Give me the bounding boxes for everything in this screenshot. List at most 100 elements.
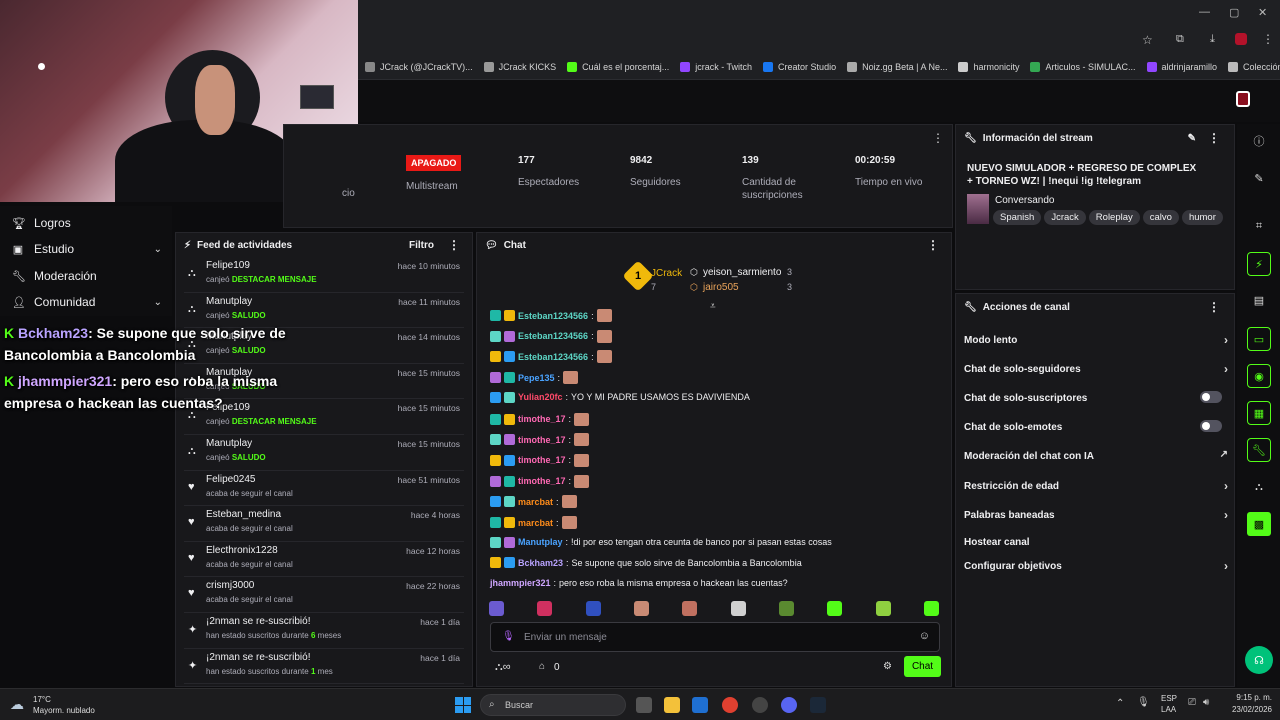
- clock-time[interactable]: 9:15 p. m.: [1228, 693, 1272, 702]
- game-icon[interactable]: ▩: [1247, 512, 1271, 536]
- points-icon[interactable]: ⛬∞: [495, 661, 511, 674]
- nav-moderacion[interactable]: 🔧︎ Moderación: [12, 269, 162, 283]
- lang-label[interactable]: ESP: [1161, 694, 1177, 703]
- emote-icon[interactable]: [682, 601, 698, 616]
- bookmark-item[interactable]: aldrinjaramillo: [1146, 61, 1217, 72]
- channel-action-item[interactable]: Palabras baneadas ›: [964, 508, 1228, 522]
- chrome-icon[interactable]: [722, 697, 738, 713]
- chat-username[interactable]: timothe_17: [518, 414, 566, 424]
- chat-username[interactable]: Manutplay: [518, 537, 563, 547]
- bookmark-item[interactable]: Cuál es el porcentaj...: [567, 61, 669, 72]
- channel-action-item[interactable]: Chat de solo-emotes: [964, 420, 1228, 433]
- feed-item[interactable]: ♥ Felipe0245 acaba de seguir el canal hace…: [184, 471, 464, 507]
- weather-desc[interactable]: Mayorm. nublado: [33, 706, 95, 715]
- maximize-icon[interactable]: ▢: [1229, 6, 1239, 19]
- toggle-switch[interactable]: [1200, 420, 1222, 432]
- emote-icon[interactable]: [633, 601, 649, 616]
- microphone-icon[interactable]: 🎙︎: [502, 631, 515, 642]
- chat-username[interactable]: Pepe135: [518, 373, 555, 383]
- stats-menu-icon[interactable]: ⋮: [932, 131, 944, 145]
- chat-message[interactable]: Pepe135:: [490, 371, 579, 385]
- leader-first-name[interactable]: JCrack: [651, 268, 682, 279]
- clipboard-icon[interactable]: ▤: [1247, 288, 1271, 312]
- feed-item-name[interactable]: Electhronix1228: [206, 545, 278, 556]
- weather-temp[interactable]: 17°C: [33, 695, 51, 704]
- filter-button[interactable]: Filtro: [409, 240, 434, 251]
- feed-item-name[interactable]: Manutplay: [206, 296, 252, 307]
- extensions-icon[interactable]: ⧉: [1176, 33, 1184, 46]
- chat-username[interactable]: timothe_17: [518, 455, 566, 465]
- feed-item-name[interactable]: crismj3000: [206, 580, 254, 591]
- stream-tag[interactable]: Roleplay: [1088, 210, 1140, 225]
- points-icon[interactable]: ⛬: [1247, 475, 1271, 499]
- stream-tag[interactable]: Jcrack: [1044, 210, 1086, 225]
- feed-item[interactable]: ♥ Esteban_medina acaba de seguir el canal …: [184, 506, 464, 542]
- chat-message[interactable]: timothe_17:: [490, 453, 590, 467]
- bookmark-item[interactable]: JCrack (@JCrackTV)...: [365, 61, 473, 72]
- chat-message[interactable]: timothe_17:: [490, 433, 590, 447]
- taskbar-search[interactable]: ⌕ Buscar: [480, 694, 626, 716]
- lang-label-2[interactable]: LAA: [1161, 705, 1176, 714]
- chat-bubble-icon[interactable]: ▭: [1247, 327, 1271, 351]
- menu-icon[interactable]: ⋮: [1262, 32, 1274, 46]
- chat-message[interactable]: jhammpier321: pero eso roba la misma empr…: [490, 578, 788, 588]
- discord-icon[interactable]: [781, 697, 797, 713]
- edit-icon[interactable]: ✎: [1247, 166, 1271, 190]
- emote-icon[interactable]: [730, 601, 746, 616]
- chat-username[interactable]: Yulian20fc: [518, 392, 563, 402]
- feed-item[interactable]: ✦ ¡2nman se re-suscribió! han estado suscr…: [184, 649, 464, 685]
- file-explorer-icon[interactable]: [664, 697, 680, 713]
- download-icon[interactable]: ⤓: [1210, 33, 1215, 46]
- channel-action-item[interactable]: Hostear canal: [964, 537, 1228, 548]
- tray-chevron-icon[interactable]: ⌃: [1116, 698, 1124, 709]
- nav-logros[interactable]: 🏆︎ Logros: [12, 216, 162, 230]
- chat-message[interactable]: Esteban1234566:: [490, 309, 612, 322]
- bookmark-item[interactable]: Colección de M_blei...: [1228, 61, 1280, 72]
- network-icon[interactable]: ⎚: [1188, 697, 1196, 708]
- feed-item-name[interactable]: Manutplay: [206, 438, 252, 449]
- edit-pencil-icon[interactable]: ✎: [1188, 133, 1196, 144]
- category-name[interactable]: Conversando: [995, 195, 1054, 206]
- close-icon[interactable]: ✕: [1258, 6, 1267, 19]
- feed-item-name[interactable]: Felipe0245: [206, 474, 255, 485]
- app-icon[interactable]: [752, 697, 768, 713]
- task-view-icon[interactable]: [636, 697, 652, 713]
- chat-input[interactable]: 🎙︎ Enviar un mensaje ☺: [490, 622, 940, 652]
- emote-icon[interactable]: [585, 601, 601, 616]
- emote-icon[interactable]: [827, 601, 843, 616]
- layout-icon[interactable]: ▦: [1247, 401, 1271, 425]
- lightning-icon[interactable]: ⚡︎: [1247, 252, 1271, 276]
- chat-message[interactable]: timothe_17:: [490, 412, 590, 426]
- support-headset-icon[interactable]: ☊: [1245, 646, 1273, 674]
- channel-action-item[interactable]: Configurar objetivos ›: [964, 559, 1228, 573]
- emote-icon[interactable]: [923, 601, 939, 616]
- emoji-icon[interactable]: ☺: [919, 630, 930, 642]
- nav-estudio[interactable]: ▣ Estudio ⌄: [12, 242, 162, 256]
- chat-message[interactable]: Esteban1234566:: [490, 329, 612, 343]
- leader-third-name[interactable]: jairo505: [703, 282, 739, 293]
- bookmark-item[interactable]: harmonicity: [958, 61, 1019, 72]
- chat-message[interactable]: timothe_17:: [490, 474, 590, 488]
- chat-username[interactable]: marcbat: [518, 518, 553, 528]
- nav-comunidad[interactable]: 👤︎ Comunidad ⌄: [12, 295, 162, 309]
- star-icon[interactable]: ☆: [1142, 33, 1153, 47]
- bookmark-item[interactable]: JCrack KICKS: [483, 61, 556, 72]
- channel-action-item[interactable]: Modo lento ›: [964, 333, 1228, 347]
- windows-start-icon[interactable]: [455, 697, 471, 713]
- chat-message[interactable]: Manutplay: !di por eso tengan otra ceunta…: [490, 536, 832, 548]
- volume-icon[interactable]: 🔊︎: [1203, 697, 1209, 708]
- brand-logo-icon[interactable]: [1236, 91, 1250, 107]
- broadcast-icon[interactable]: ◉: [1247, 364, 1271, 388]
- steam-icon[interactable]: [810, 697, 826, 713]
- emote-icon[interactable]: [875, 601, 891, 616]
- feed-item[interactable]: ♥ Electhronix1228 acaba de seguir el canal…: [184, 542, 464, 578]
- info-menu-icon[interactable]: ⋮: [1208, 131, 1220, 145]
- chat-message[interactable]: marcbat:: [490, 516, 577, 529]
- screenshot-icon[interactable]: ⌗: [1247, 214, 1271, 238]
- mail-icon[interactable]: [692, 697, 708, 713]
- settings-gear-icon[interactable]: ⚙: [883, 661, 892, 672]
- emote-icon[interactable]: [778, 601, 794, 616]
- send-chat-button[interactable]: Chat: [904, 656, 941, 677]
- chat-message[interactable]: marcbat:: [490, 495, 577, 509]
- bookmark-item[interactable]: jcrack - Twitch: [680, 61, 752, 72]
